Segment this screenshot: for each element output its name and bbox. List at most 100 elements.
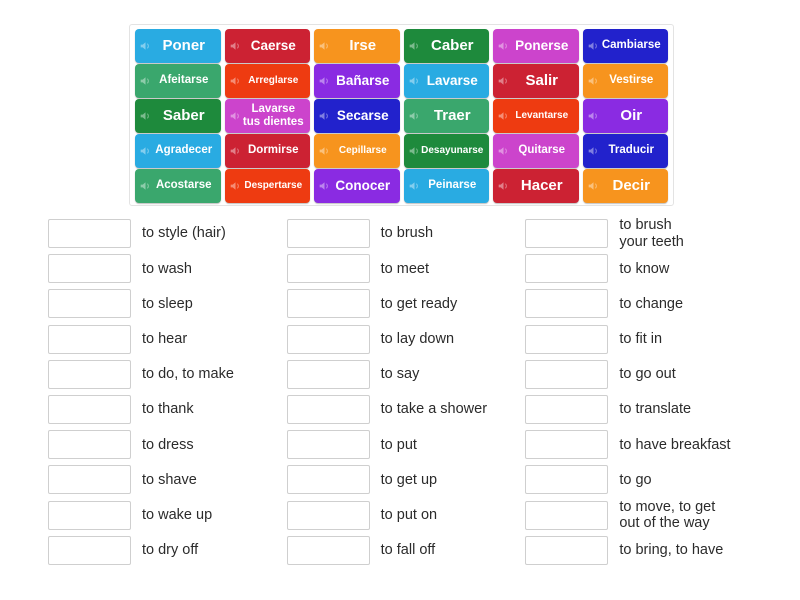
answer-input[interactable] [48, 324, 131, 354]
answer-row: to dry off [48, 533, 287, 568]
word-tile-label: Lavarse [426, 72, 478, 88]
word-tile[interactable]: Secarse [314, 99, 400, 133]
answer-row: to brush [286, 216, 526, 251]
word-tile[interactable]: Caerse [224, 29, 310, 63]
answer-definition-label: to do, to make [142, 366, 234, 383]
answer-input[interactable] [48, 219, 131, 249]
answer-input[interactable] [48, 359, 131, 389]
speaker-icon [588, 110, 599, 121]
word-tile[interactable]: Poner [135, 29, 221, 63]
answer-row: to go out [525, 357, 764, 392]
answer-input[interactable] [286, 359, 370, 389]
word-tile[interactable]: Irse [314, 29, 400, 63]
word-tile[interactable]: Ponerse [493, 29, 579, 63]
answer-input[interactable] [286, 500, 370, 530]
word-tile[interactable]: Vestirse [582, 64, 668, 98]
answer-input[interactable] [525, 465, 609, 495]
answer-row: to get up [286, 462, 526, 497]
answer-definition-label: to fall off [380, 542, 436, 559]
answer-input[interactable] [525, 395, 609, 425]
word-tile[interactable]: Levantarse [493, 99, 579, 133]
word-tile[interactable]: Quitarse [493, 134, 579, 168]
answer-row: to dress [48, 427, 287, 462]
speaker-icon [140, 180, 151, 191]
speaker-icon [319, 40, 330, 51]
answer-row: to say [286, 357, 526, 392]
speaker-icon [230, 145, 241, 156]
answer-input[interactable] [48, 465, 131, 495]
answer-definition-label: to lay down [380, 331, 455, 348]
answer-row: to fit in [525, 322, 764, 357]
answer-row: to have breakfast [525, 427, 764, 462]
speaker-icon [588, 145, 599, 156]
answer-input[interactable] [286, 324, 370, 354]
answer-definition-label: to have breakfast [619, 436, 731, 453]
word-tile[interactable]: Afeitarse [135, 64, 221, 98]
word-tile[interactable]: Agradecer [135, 134, 221, 168]
word-tile[interactable]: Traducir [582, 134, 668, 168]
answer-input[interactable] [48, 535, 131, 565]
word-tile-label: Salir [525, 72, 559, 90]
activity-root: Poner Caerse Irse Caber Ponerse Cambiarse Afei… [0, 0, 800, 600]
tile-row: Agradecer Dormirse Cepillarse Desayunarse Qu… [133, 134, 670, 168]
speaker-icon [409, 40, 420, 51]
answer-row: to change [525, 286, 764, 321]
answer-input[interactable] [525, 500, 609, 530]
word-tile[interactable]: Lavarse [403, 64, 489, 98]
tile-row: Afeitarse Arreglarse Bañarse Lavarse Salir Ve… [133, 64, 670, 98]
answer-definition-label: to say [380, 366, 420, 383]
answer-input[interactable] [286, 254, 370, 284]
answer-input[interactable] [525, 535, 609, 565]
answer-input[interactable] [525, 289, 609, 319]
word-tile[interactable]: Hacer [493, 169, 579, 203]
word-tile[interactable]: Traer [403, 99, 489, 133]
word-tile-label: Ponerse [515, 37, 569, 53]
answer-input[interactable] [286, 395, 370, 425]
answer-definition-label: to move, to get out of the way [619, 498, 716, 532]
answer-input[interactable] [48, 500, 131, 530]
answer-definition-label: to shave [142, 471, 197, 488]
word-tile[interactable]: Acostarse [135, 169, 221, 203]
word-tile[interactable]: Saber [135, 99, 221, 133]
speaker-icon [140, 110, 151, 121]
answer-row: to wake up [48, 498, 287, 533]
word-tile[interactable]: Arreglarse [224, 64, 310, 98]
answer-input[interactable] [525, 430, 609, 460]
answer-input[interactable] [286, 219, 370, 249]
word-tile[interactable]: Salir [493, 64, 579, 98]
answer-row: to wash [48, 251, 287, 286]
answer-input[interactable] [48, 395, 131, 425]
speaker-icon [409, 145, 420, 156]
answer-definition-label: to brush your teeth [619, 217, 684, 250]
answer-input[interactable] [286, 289, 370, 319]
answer-input[interactable] [48, 254, 131, 284]
answer-input[interactable] [525, 254, 609, 284]
word-tile[interactable]: Lavarse tus dientes [224, 99, 310, 133]
word-tile[interactable]: Desayunarse [403, 134, 489, 168]
answer-definition-label: to bring, to have [619, 542, 724, 559]
word-tile[interactable]: Dormirse [224, 134, 310, 168]
word-tile[interactable]: Conocer [314, 169, 400, 203]
answer-input[interactable] [525, 359, 609, 389]
word-tile[interactable]: Despertarse [224, 169, 310, 203]
speaker-icon [498, 145, 509, 156]
speaker-icon [230, 40, 241, 51]
word-tile[interactable]: Cambiarse [582, 29, 668, 63]
word-tile[interactable]: Caber [403, 29, 489, 63]
answer-input[interactable] [525, 324, 609, 354]
answer-input[interactable] [48, 430, 131, 460]
answer-input[interactable] [286, 465, 370, 495]
answer-definition-label: to wash [142, 260, 192, 277]
word-tile[interactable]: Oir [582, 99, 668, 133]
answer-input[interactable] [286, 535, 370, 565]
answer-input[interactable] [48, 289, 131, 319]
word-tile[interactable]: Cepillarse [314, 134, 400, 168]
speaker-icon [140, 145, 151, 156]
answer-input[interactable] [525, 219, 609, 249]
answer-row: to move, to get out of the way [525, 498, 764, 533]
answer-input[interactable] [286, 430, 370, 460]
word-tile[interactable]: Decir [582, 169, 668, 203]
answer-definition-label: to hear [142, 331, 188, 348]
word-tile[interactable]: Peinarse [403, 169, 489, 203]
word-tile[interactable]: Bañarse [314, 64, 400, 98]
